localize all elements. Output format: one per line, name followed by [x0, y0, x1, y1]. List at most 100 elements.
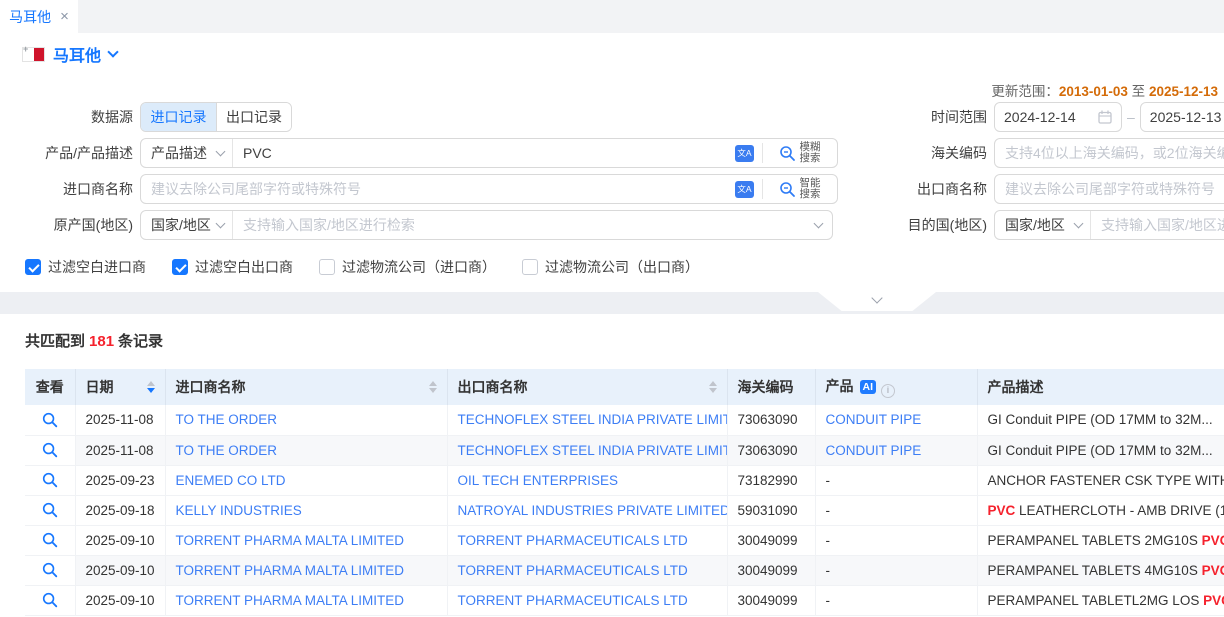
info-icon[interactable]: i	[881, 384, 895, 398]
view-detail-icon[interactable]	[42, 412, 58, 428]
col-header-date[interactable]: 日期	[75, 369, 165, 405]
checkbox-icon[interactable]	[172, 259, 188, 275]
hscode-label: 海关编码	[838, 143, 987, 163]
importer-link[interactable]: TO THE ORDER	[176, 443, 278, 458]
view-detail-icon[interactable]	[42, 592, 58, 608]
country-title: 马耳他	[53, 42, 101, 66]
destination-country-input[interactable]	[1091, 211, 1224, 239]
exporter-link[interactable]: NATROYAL INDUSTRIES PRIVATE LIMITED	[458, 503, 728, 518]
exporter-link[interactable]: TECHNOFLEX STEEL INDIA PRIVATE LIMITED	[458, 412, 728, 427]
table-row: 2025-09-10 TORRENT PHARMA MALTA LIMITED …	[25, 555, 1224, 585]
date-to-input[interactable]: 2025-12-13	[1140, 102, 1224, 132]
view-detail-icon[interactable]	[42, 562, 58, 578]
view-detail-icon[interactable]	[42, 532, 58, 548]
tab-import-records[interactable]: 进口记录	[141, 103, 216, 131]
product-link[interactable]: -	[826, 563, 831, 578]
destination-type-select[interactable]: 国家/地区	[995, 211, 1091, 239]
cell-description: ANCHOR FASTENER CSK TYPE WITH ...	[977, 465, 1224, 495]
importer-input-group: 文A 智能搜索	[140, 174, 838, 204]
checkbox-icon[interactable]	[522, 259, 538, 275]
product-link[interactable]: -	[826, 533, 831, 548]
product-link[interactable]: CONDUIT PIPE	[826, 443, 922, 458]
filter-checkbox-row: 过滤空白进口商 过滤空白出口商 过滤物流公司（进口商） 过滤物流公司（出口商）	[25, 256, 1224, 278]
cell-hscode: 30049099	[727, 555, 815, 585]
product-type-select[interactable]: 产品描述	[141, 139, 233, 167]
tab-malta[interactable]: 马耳他 ×	[0, 0, 78, 33]
cell-product: -	[815, 465, 977, 495]
view-detail-icon[interactable]	[42, 442, 58, 458]
exporter-link[interactable]: TORRENT PHARMACEUTICALS LTD	[458, 593, 688, 608]
date-from-input[interactable]: 2024-12-14	[994, 102, 1122, 132]
view-detail-icon[interactable]	[42, 472, 58, 488]
origin-input-group: 国家/地区	[140, 210, 833, 240]
checkbox-filter-logistics-importer[interactable]: 过滤物流公司（进口商）	[319, 257, 496, 277]
cell-date: 2025-09-10	[75, 585, 165, 615]
translate-icon[interactable]: 文A	[735, 181, 754, 198]
sort-icon[interactable]	[429, 381, 437, 393]
filter-row-datasource: 数据源 进口记录 出口记录 时间范围 2024-12-14 – 2025-12-…	[0, 102, 1224, 132]
col-header-exporter[interactable]: 出口商名称	[447, 369, 727, 405]
cell-description: PERAMPANEL TABLETS 4MG10S PVC...	[977, 555, 1224, 585]
cell-hscode: 30049099	[727, 525, 815, 555]
importer-link[interactable]: KELLY INDUSTRIES	[176, 503, 302, 518]
checkbox-filter-blank-exporter[interactable]: 过滤空白出口商	[172, 257, 293, 277]
col-header-importer[interactable]: 进口商名称	[165, 369, 447, 405]
checkbox-icon[interactable]	[25, 259, 41, 275]
checkbox-icon[interactable]	[319, 259, 335, 275]
sort-icon[interactable]	[709, 381, 717, 393]
importer-link[interactable]: TORRENT PHARMA MALTA LIMITED	[176, 563, 405, 578]
importer-label: 进口商名称	[0, 179, 133, 199]
datasource-segmented: 进口记录 出口记录	[140, 102, 292, 132]
importer-link[interactable]: TORRENT PHARMA MALTA LIMITED	[176, 593, 405, 608]
fuzzy-search-button[interactable]: 模糊搜索	[763, 139, 837, 167]
search-icon	[779, 145, 796, 162]
exporter-input[interactable]	[994, 174, 1224, 204]
date-range-separator: –	[1127, 109, 1135, 125]
cell-product: CONDUIT PIPE	[815, 435, 977, 465]
smart-search-button[interactable]: 智能搜索	[763, 175, 837, 203]
exporter-link[interactable]: TORRENT PHARMACEUTICALS LTD	[458, 533, 688, 548]
collapse-panel-button[interactable]	[818, 292, 936, 311]
table-row: 2025-09-10 TORRENT PHARMA MALTA LIMITED …	[25, 585, 1224, 615]
destination-label: 目的国(地区)	[833, 215, 987, 235]
product-link[interactable]: -	[826, 503, 831, 518]
chevron-down-icon[interactable]	[107, 46, 118, 57]
sort-icon[interactable]	[147, 381, 155, 393]
records-table: 查看 日期 进口商名称 出口商名称 海关编码 产品AIi 产品描述	[25, 369, 1224, 616]
collapse-band	[0, 292, 1224, 314]
origin-type-select[interactable]: 国家/地区	[141, 211, 233, 239]
calendar-icon	[1098, 110, 1112, 124]
product-search-input[interactable]	[233, 139, 735, 167]
cell-product: -	[815, 495, 977, 525]
importer-link[interactable]: ENEMED CO LTD	[176, 473, 286, 488]
exporter-link[interactable]: TECHNOFLEX STEEL INDIA PRIVATE LIMITED	[458, 443, 728, 458]
cell-exporter: NATROYAL INDUSTRIES PRIVATE LIMITED	[447, 495, 727, 525]
exporter-link[interactable]: OIL TECH ENTERPRISES	[458, 473, 619, 488]
cell-importer: ENEMED CO LTD	[165, 465, 447, 495]
tab-export-records[interactable]: 出口记录	[216, 103, 291, 131]
hscode-input[interactable]	[994, 138, 1224, 168]
col-header-view: 查看	[25, 369, 75, 405]
filter-row-origin: 原产国(地区) 国家/地区 目的国(地区) 国家/地区	[0, 210, 1224, 240]
origin-country-input[interactable]	[233, 211, 815, 239]
chevron-down-icon	[871, 292, 882, 303]
exporter-link[interactable]: TORRENT PHARMACEUTICALS LTD	[458, 563, 688, 578]
cell-importer: TO THE ORDER	[165, 435, 447, 465]
product-link[interactable]: -	[826, 593, 831, 608]
view-detail-icon[interactable]	[42, 502, 58, 518]
checkbox-filter-blank-importer[interactable]: 过滤空白进口商	[25, 257, 146, 277]
cell-date: 2025-09-18	[75, 495, 165, 525]
cell-description: PVC LEATHERCLOTH - AMB DRIVE (1...	[977, 495, 1224, 525]
checkbox-filter-logistics-exporter[interactable]: 过滤物流公司（出口商）	[522, 257, 699, 277]
datasource-label: 数据源	[0, 107, 133, 127]
product-link[interactable]: CONDUIT PIPE	[826, 412, 922, 427]
importer-link[interactable]: TO THE ORDER	[176, 412, 278, 427]
filter-row-product: 产品/产品描述 产品描述 文A 模糊搜索 海关编码	[0, 138, 1224, 168]
cell-date: 2025-11-08	[75, 435, 165, 465]
close-icon[interactable]: ×	[60, 9, 69, 24]
chevron-down-icon	[814, 219, 824, 229]
importer-link[interactable]: TORRENT PHARMA MALTA LIMITED	[176, 533, 405, 548]
importer-input[interactable]	[141, 175, 735, 203]
product-link[interactable]: -	[826, 473, 831, 488]
translate-icon[interactable]: 文A	[735, 145, 754, 162]
